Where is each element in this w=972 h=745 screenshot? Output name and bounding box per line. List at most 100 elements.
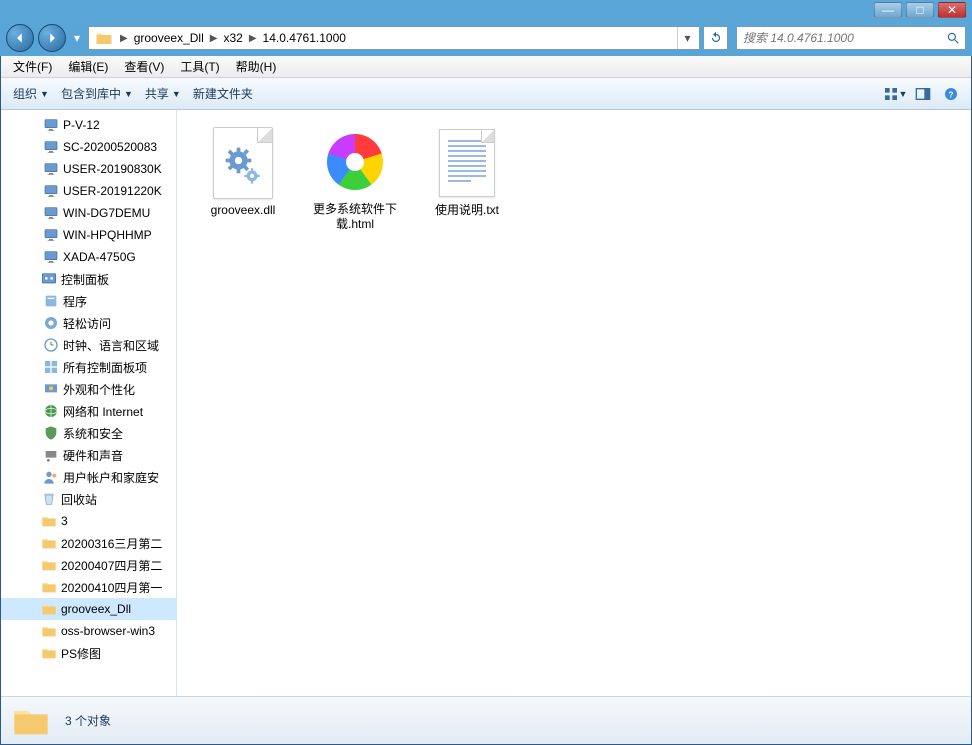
tree-item-label: 20200410四月第一	[61, 579, 162, 596]
tree-item[interactable]: 时钟、语言和区域	[1, 334, 176, 356]
status-text: 3 个对象	[65, 712, 111, 729]
folder-icon	[11, 701, 51, 741]
file-icon	[319, 127, 391, 198]
file-item[interactable]: 更多系统软件下载.html	[301, 122, 409, 238]
address-dropdown[interactable]: ▾	[677, 27, 697, 49]
breadcrumb[interactable]: 14.0.4761.1000	[260, 31, 349, 45]
tree-item[interactable]: 外观和个性化	[1, 378, 176, 400]
file-name: grooveex.dll	[211, 203, 276, 219]
tree-item-label: USER-20190830K	[63, 162, 162, 176]
tree-item-label: 3	[61, 514, 68, 528]
refresh-button[interactable]	[704, 26, 728, 50]
tree-item[interactable]: XADA-4750G	[1, 246, 176, 268]
file-icon	[207, 127, 279, 199]
tree-item[interactable]: 控制面板	[1, 268, 176, 290]
tree-item-label: 网络和 Internet	[63, 403, 143, 420]
status-bar: 3 个对象	[1, 696, 971, 744]
tree-item-label: 硬件和声音	[63, 447, 123, 464]
close-button[interactable]: ✕	[938, 2, 966, 18]
tree-item-label: 所有控制面板项	[63, 359, 147, 376]
tree-item[interactable]: 20200407四月第二	[1, 554, 176, 576]
search-icon[interactable]	[941, 27, 965, 49]
search-input[interactable]	[737, 31, 941, 45]
tree-item[interactable]: 程序	[1, 290, 176, 312]
tree-item-label: 回收站	[61, 491, 97, 508]
breadcrumb[interactable]: grooveex_Dll	[131, 31, 207, 45]
minimize-button[interactable]: —	[874, 2, 902, 18]
menu-view[interactable]: 查看(V)	[116, 56, 172, 77]
nav-history-dropdown[interactable]: ▾	[70, 24, 84, 52]
breadcrumb[interactable]: x32	[220, 31, 245, 45]
search-box[interactable]	[736, 26, 966, 50]
tree-item[interactable]: 所有控制面板项	[1, 356, 176, 378]
tree-item[interactable]: 用户帐户和家庭安	[1, 466, 176, 488]
file-list[interactable]: grooveex.dll 更多系统软件下载.html 使用说明.txt	[177, 110, 971, 696]
svg-text:?: ?	[949, 90, 954, 99]
tree-item[interactable]: 轻松访问	[1, 312, 176, 334]
menu-file[interactable]: 文件(F)	[5, 56, 60, 77]
menu-tools[interactable]: 工具(T)	[172, 56, 227, 77]
folder-icon	[95, 29, 113, 47]
tree-item[interactable]: 回收站	[1, 488, 176, 510]
tree-item[interactable]: 20200410四月第一	[1, 576, 176, 598]
breadcrumb-separator[interactable]: ▶	[117, 33, 131, 44]
tree-item-label: 20200316三月第二	[61, 535, 162, 552]
tree-item[interactable]: P-V-12	[1, 114, 176, 136]
tree-item-label: WIN-HPQHHMP	[63, 228, 152, 242]
tree-item-label: oss-browser-win3	[61, 624, 155, 638]
tree-item[interactable]: 3	[1, 510, 176, 532]
address-bar[interactable]: ▶ grooveex_Dll ▶ x32 ▶ 14.0.4761.1000 ▾	[88, 26, 700, 50]
forward-button[interactable]	[38, 24, 66, 52]
tree-item[interactable]: 硬件和声音	[1, 444, 176, 466]
tree-item[interactable]: SC-20200520083	[1, 136, 176, 158]
file-icon	[431, 127, 503, 199]
tree-item-label: 轻松访问	[63, 315, 111, 332]
menubar: 文件(F) 编辑(E) 查看(V) 工具(T) 帮助(H)	[1, 56, 971, 78]
tree-item-label: 控制面板	[61, 271, 109, 288]
tree-item-label: 外观和个性化	[63, 381, 135, 398]
tree-item[interactable]: grooveex_Dll	[1, 598, 176, 620]
file-name: 更多系统软件下载.html	[306, 202, 404, 233]
window-titlebar: — □ ✕	[0, 0, 972, 20]
tree-item-label: P-V-12	[63, 118, 100, 132]
help-button[interactable]: ?	[937, 82, 965, 106]
file-item[interactable]: grooveex.dll	[189, 122, 297, 238]
tree-item-label: 系统和安全	[63, 425, 123, 442]
tree-item[interactable]: 系统和安全	[1, 422, 176, 444]
breadcrumb-separator[interactable]: ▶	[246, 33, 260, 44]
include-in-library-button[interactable]: 包含到库中▼	[55, 81, 139, 106]
breadcrumb-separator[interactable]: ▶	[207, 33, 221, 44]
menu-edit[interactable]: 编辑(E)	[60, 56, 116, 77]
tree-item-label: 程序	[63, 293, 87, 310]
window-body: 文件(F) 编辑(E) 查看(V) 工具(T) 帮助(H) 组织▼ 包含到库中▼…	[0, 56, 972, 745]
tree-item[interactable]: oss-browser-win3	[1, 620, 176, 642]
tree-item[interactable]: PS修图	[1, 642, 176, 664]
tree-item-label: 时钟、语言和区域	[63, 337, 159, 354]
tree-item[interactable]: USER-20190830K	[1, 158, 176, 180]
content-area: P-V-12 SC-20200520083 USER-20190830K USER-2…	[1, 110, 971, 696]
share-button[interactable]: 共享▼	[139, 81, 187, 106]
organize-button[interactable]: 组织▼	[7, 81, 55, 106]
file-name: 使用说明.txt	[435, 203, 499, 219]
tree-item-label: XADA-4750G	[63, 250, 136, 264]
new-folder-button[interactable]: 新建文件夹	[187, 81, 259, 106]
preview-pane-button[interactable]	[909, 82, 937, 106]
tree-item-label: USER-20191220K	[63, 184, 162, 198]
tree-item[interactable]: 20200316三月第二	[1, 532, 176, 554]
tree-item[interactable]: WIN-DG7DEMU	[1, 202, 176, 224]
tree-item-label: grooveex_Dll	[61, 602, 131, 616]
tree-item[interactable]: WIN-HPQHHMP	[1, 224, 176, 246]
file-item[interactable]: 使用说明.txt	[413, 122, 521, 238]
tree-item[interactable]: USER-20191220K	[1, 180, 176, 202]
tree-item-label: SC-20200520083	[63, 140, 157, 154]
menu-help[interactable]: 帮助(H)	[228, 56, 285, 77]
maximize-button[interactable]: □	[906, 2, 934, 18]
tree-item-label: 20200407四月第二	[61, 557, 162, 574]
back-button[interactable]	[6, 24, 34, 52]
navigation-pane[interactable]: P-V-12 SC-20200520083 USER-20190830K USER-2…	[1, 110, 177, 696]
tree-item-label: WIN-DG7DEMU	[63, 206, 150, 220]
tree-item-label: 用户帐户和家庭安	[63, 469, 159, 486]
tree-item-label: PS修图	[61, 645, 101, 662]
view-options-button[interactable]: ▼	[881, 82, 909, 106]
tree-item[interactable]: 网络和 Internet	[1, 400, 176, 422]
